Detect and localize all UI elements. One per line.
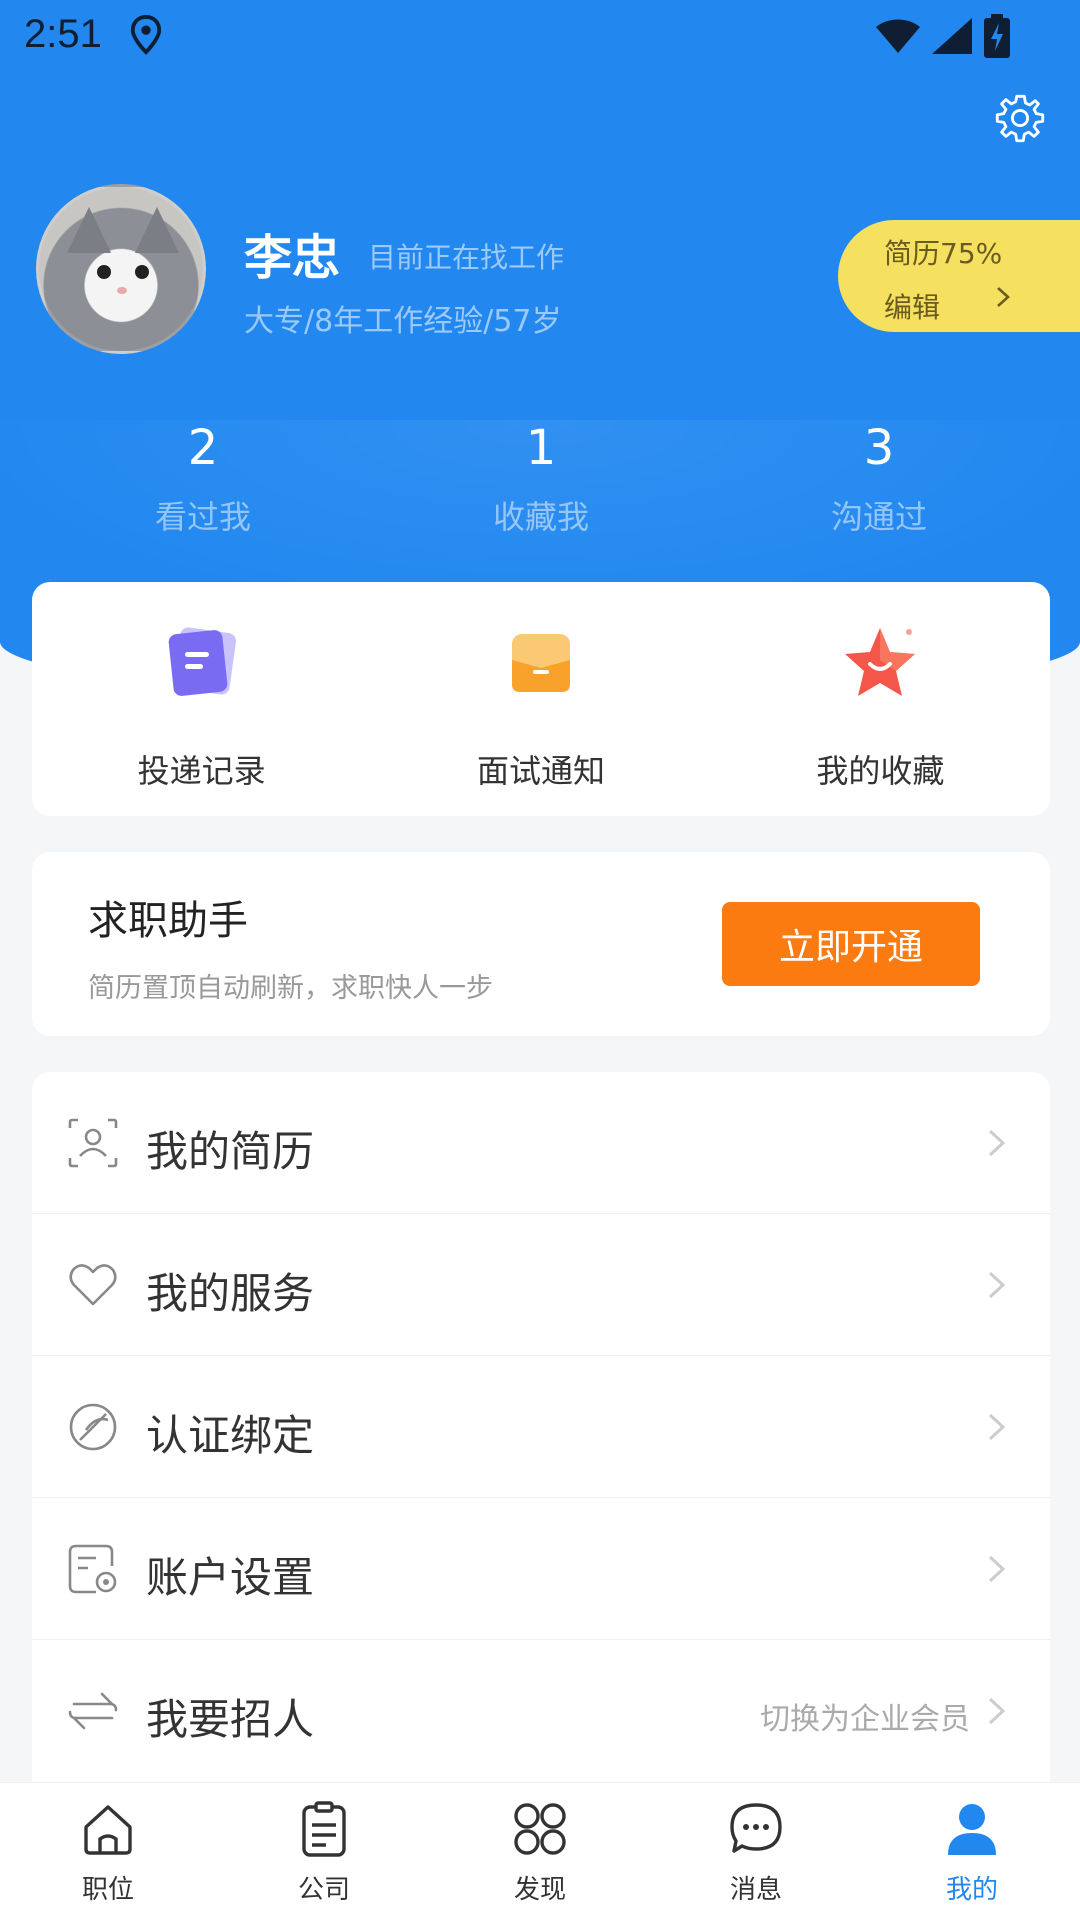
bottom-tab-bar: 职位 公司 发现 消息 我的 xyxy=(0,1782,1080,1920)
clipboard-icon xyxy=(302,1801,346,1857)
chevron-right-icon xyxy=(997,287,1010,307)
tab-jobs[interactable]: 职位 xyxy=(0,1783,216,1920)
menu-list: 我的简历 我的服务 认证绑定 账户设置 我要招人 切换为企业会员 xyxy=(32,1072,1050,1792)
tab-label: 公司 xyxy=(297,1875,350,1905)
account-settings-icon xyxy=(68,1544,117,1594)
quick-action-label: 我的收藏 xyxy=(816,752,945,790)
job-assistant-card: 求职助手 简历置顶自动刷新，求职快人一步 立即开通 xyxy=(32,852,1050,1036)
wifi-icon xyxy=(876,19,920,53)
envelope-icon xyxy=(511,634,570,692)
chevron-right-icon xyxy=(988,1697,1006,1725)
battery-icon xyxy=(984,14,1010,58)
assistant-subtitle: 简历置顶自动刷新，求职快人一步 xyxy=(88,973,493,1004)
quick-action-label: 投递记录 xyxy=(137,752,266,790)
stat-value: 2 xyxy=(187,420,219,476)
menu-label: 认证绑定 xyxy=(146,1411,315,1460)
edit-label: 编辑 xyxy=(884,291,941,324)
menu-item-verification[interactable]: 认证绑定 xyxy=(32,1356,1050,1498)
location-icon xyxy=(130,15,162,55)
status-bar: 2:51 xyxy=(0,0,1080,72)
chevron-right-icon xyxy=(988,1555,1006,1583)
stat-value: 3 xyxy=(863,420,895,476)
stats-row: 2 看过我 1 收藏我 3 沟通过 xyxy=(0,420,1080,538)
resume-icon xyxy=(68,1118,118,1168)
grid-icon xyxy=(514,1803,566,1855)
verify-icon xyxy=(69,1403,117,1451)
user-meta: 大专/8年工作经验/57岁 xyxy=(244,304,562,339)
document-icon xyxy=(168,627,236,696)
chevron-right-icon xyxy=(988,1413,1006,1441)
tab-company[interactable]: 公司 xyxy=(216,1783,432,1920)
menu-label: 我的简历 xyxy=(146,1127,315,1176)
person-icon xyxy=(948,1804,996,1855)
tab-label: 消息 xyxy=(729,1875,782,1905)
tab-discover[interactable]: 发现 xyxy=(432,1783,648,1920)
tab-label: 职位 xyxy=(81,1875,134,1905)
status-time: 2:51 xyxy=(24,12,102,56)
switch-icon xyxy=(68,1692,118,1730)
avatar[interactable] xyxy=(36,184,206,354)
chevron-right-icon xyxy=(988,1129,1006,1157)
quick-action-my-favorites[interactable]: 我的收藏 xyxy=(711,582,1050,816)
stat-communicated[interactable]: 3 沟通过 xyxy=(710,420,1048,538)
menu-item-my-services[interactable]: 我的服务 xyxy=(32,1214,1050,1356)
chevron-right-icon xyxy=(988,1271,1006,1299)
menu-hint: 切换为企业会员 xyxy=(760,1702,970,1737)
quick-action-label: 面试通知 xyxy=(476,752,605,790)
tab-mine[interactable]: 我的 xyxy=(864,1783,1080,1920)
stat-viewed-me[interactable]: 2 看过我 xyxy=(34,420,372,538)
stat-value: 1 xyxy=(525,420,557,476)
assistant-title: 求职助手 xyxy=(88,898,248,944)
chat-icon xyxy=(730,1803,782,1853)
menu-item-account-settings[interactable]: 账户设置 xyxy=(32,1498,1050,1640)
activate-now-button[interactable]: 立即开通 xyxy=(722,902,980,986)
tab-label: 我的 xyxy=(945,1875,998,1905)
stat-favorited-me[interactable]: 1 收藏我 xyxy=(372,420,710,538)
tab-messages[interactable]: 消息 xyxy=(648,1783,864,1920)
signal-icon xyxy=(932,18,972,54)
heart-icon xyxy=(69,1264,117,1306)
menu-item-recruit[interactable]: 我要招人 切换为企业会员 xyxy=(32,1640,1050,1782)
quick-action-interview-notice[interactable]: 面试通知 xyxy=(371,582,710,816)
resume-percent: 简历75% xyxy=(884,237,1003,270)
menu-label: 我要招人 xyxy=(146,1695,315,1744)
stat-label: 沟通过 xyxy=(830,498,927,536)
job-status: 目前正在找工作 xyxy=(368,241,565,274)
quick-actions-card: 投递记录 面试通知 我的收藏 xyxy=(32,582,1050,816)
resume-edit-button[interactable]: 简历75% 编辑 xyxy=(838,220,1080,332)
home-icon xyxy=(84,1805,132,1855)
star-icon xyxy=(845,628,916,696)
menu-item-my-resume[interactable]: 我的简历 xyxy=(32,1072,1050,1214)
quick-action-delivery-records[interactable]: 投递记录 xyxy=(32,582,371,816)
settings-gear-icon[interactable] xyxy=(994,92,1046,144)
stat-label: 收藏我 xyxy=(492,498,589,536)
menu-label: 账户设置 xyxy=(146,1553,315,1602)
stat-label: 看过我 xyxy=(154,498,251,536)
menu-label: 我的服务 xyxy=(146,1269,315,1318)
user-name: 李忠 xyxy=(244,230,341,286)
tab-label: 发现 xyxy=(513,1875,566,1905)
